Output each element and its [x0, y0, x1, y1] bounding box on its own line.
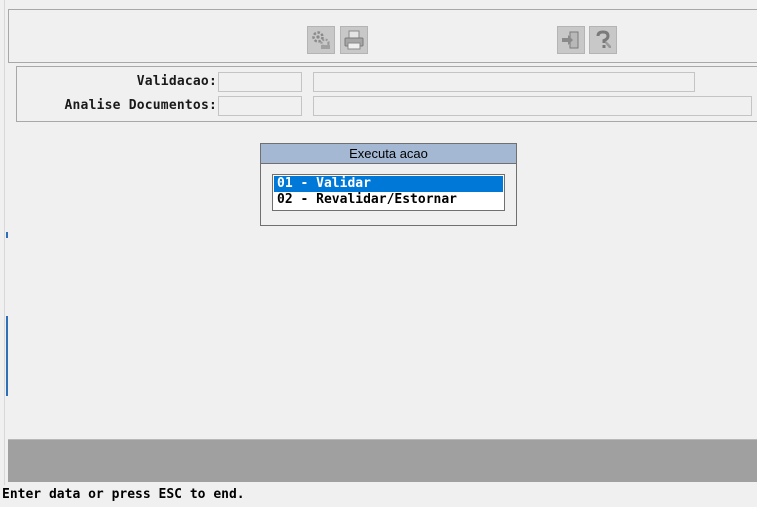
validacao-description-field [313, 72, 695, 92]
help-button[interactable] [589, 26, 617, 54]
validacao-label: Validacao: [136, 74, 217, 89]
left-edge-marker [6, 232, 8, 238]
header-fields-panel: Validacao: Analise Documentos: [16, 66, 757, 122]
bottom-grey-bar [8, 439, 757, 482]
status-message: Enter data or press ESC to end. [2, 487, 245, 502]
toolbar [8, 9, 757, 63]
help-icon [592, 29, 614, 51]
analise-documentos-description-field [313, 96, 752, 116]
execute-button[interactable] [307, 26, 335, 54]
exit-button[interactable] [557, 26, 585, 54]
analise-documentos-code-field[interactable] [218, 96, 302, 116]
left-edge-marker [6, 316, 8, 396]
analise-documentos-label: Analise Documentos: [64, 98, 217, 113]
analise-documentos-row: Analise Documentos: [17, 95, 757, 117]
execute-icon [310, 29, 332, 51]
validacao-row: Validacao: [17, 71, 757, 93]
exit-icon [560, 29, 582, 51]
option-validar[interactable]: 01 - Validar [274, 176, 503, 192]
option-revalidar-estornar[interactable]: 02 - Revalidar/Estornar [274, 192, 503, 208]
left-edge [0, 0, 8, 507]
action-dialog: Executa acao 01 - Validar 02 - Revalidar… [260, 143, 517, 226]
print-icon [343, 29, 365, 51]
action-listbox[interactable]: 01 - Validar 02 - Revalidar/Estornar [272, 174, 505, 211]
print-button[interactable] [340, 26, 368, 54]
validacao-code-field[interactable] [218, 72, 302, 92]
dialog-title: Executa acao [261, 144, 516, 164]
